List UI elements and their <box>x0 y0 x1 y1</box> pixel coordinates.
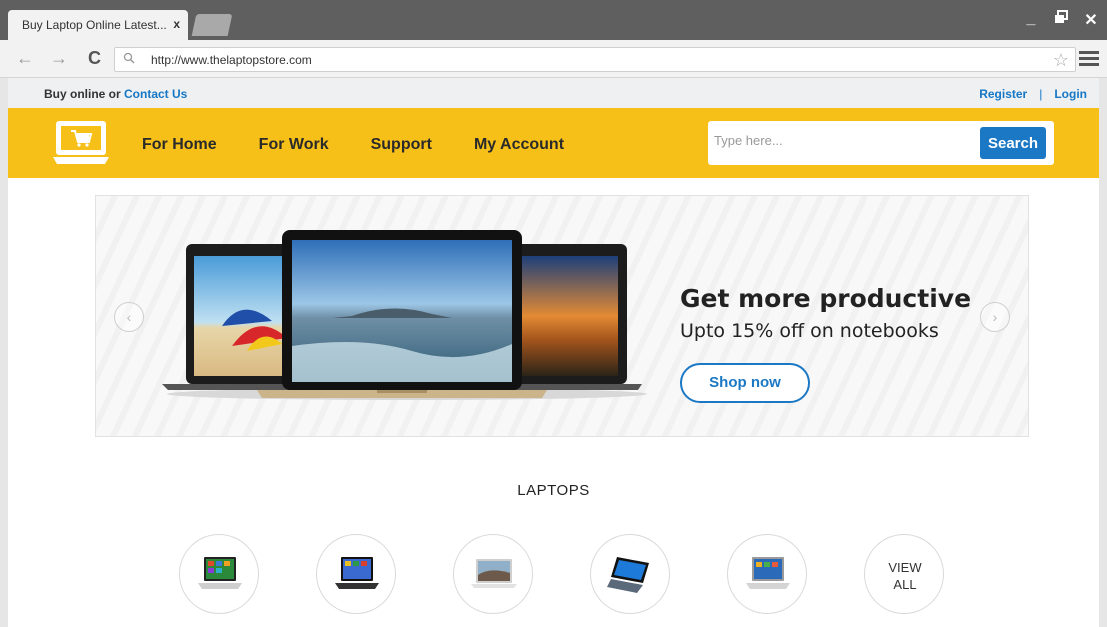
laptop-thumbnail <box>335 557 379 589</box>
view-all-line2: ALL <box>893 577 917 592</box>
utility-bar: Buy online or Contact Us Register | Logi… <box>8 78 1099 108</box>
star-icon[interactable]: ☆ <box>1053 50 1069 71</box>
search-icon <box>123 52 135 64</box>
forward-arrow-icon[interactable]: → <box>50 48 68 69</box>
view-all-line1: VIEW <box>888 560 922 575</box>
account-links: Register | Login <box>979 87 1087 101</box>
close-icon[interactable]: ✕ <box>1083 10 1099 30</box>
tab-close-button[interactable]: x <box>173 17 180 31</box>
cart-laptop-icon[interactable] <box>52 120 110 166</box>
nav-for-work[interactable]: For Work <box>259 136 329 154</box>
laptop-category-4[interactable] <box>590 534 670 614</box>
chevron-left-icon[interactable]: ‹ <box>114 302 144 332</box>
contact-us-link[interactable]: Contact Us <box>124 87 187 101</box>
view-all-button[interactable]: VIEW ALL <box>864 534 944 614</box>
main-nav: For Home For Work Support My Account <box>142 136 564 154</box>
reload-icon[interactable]: C <box>88 48 101 69</box>
laptop-thumbnail <box>471 559 517 588</box>
register-link[interactable]: Register <box>979 87 1027 101</box>
search-button[interactable]: Search <box>980 127 1046 159</box>
link-separator: | <box>1039 87 1043 101</box>
hero-banner: ‹ › Get more productive Upto 15% off on … <box>95 195 1029 437</box>
laptop-category-5[interactable] <box>727 534 807 614</box>
banner-headline: Get more productive <box>680 284 972 313</box>
login-link[interactable]: Login <box>1054 87 1087 101</box>
laptop-category-2[interactable] <box>316 534 396 614</box>
laptop-categories: VIEW ALL <box>179 534 944 616</box>
browser-tab[interactable]: Buy Laptop Online Latest... x <box>8 10 188 40</box>
url-text: http://www.thelaptopstore.com <box>151 53 312 67</box>
nav-my-account[interactable]: My Account <box>474 136 564 154</box>
restore-icon[interactable] <box>1053 10 1069 30</box>
search-input[interactable] <box>714 133 964 148</box>
laptop-category-1[interactable] <box>179 534 259 614</box>
tab-title: Buy Laptop Online Latest... <box>22 18 167 32</box>
banner-subline: Upto 15% off on notebooks <box>680 320 939 342</box>
view-all-label: VIEW ALL <box>865 559 945 593</box>
address-bar[interactable]: http://www.thelaptopstore.com ☆ <box>114 47 1076 72</box>
contact-text: Buy online or Contact Us <box>44 87 187 101</box>
laptops-section-title: LAPTOPS <box>517 482 590 499</box>
nav-for-home[interactable]: For Home <box>142 136 217 154</box>
web-page: Buy online or Contact Us Register | Logi… <box>0 78 1107 627</box>
back-arrow-icon[interactable]: ← <box>16 48 34 69</box>
shop-now-button[interactable]: Shop now <box>680 363 810 403</box>
search-box: Search <box>708 121 1054 165</box>
nav-support[interactable]: Support <box>371 136 432 154</box>
laptop-thumbnail <box>746 557 790 589</box>
laptops-image <box>162 230 647 400</box>
buy-online-text: Buy online or <box>44 87 125 101</box>
site-header: For Home For Work Support My Account Sea… <box>8 108 1099 178</box>
browser-toolbar: ← → C http://www.thelaptopstore.com ☆ <box>0 40 1107 78</box>
browser-tab-bar: Buy Laptop Online Latest... x _ ✕ <box>0 0 1107 40</box>
menu-icon[interactable] <box>1079 51 1099 67</box>
window-controls: _ ✕ <box>1023 10 1099 30</box>
laptop-category-3[interactable] <box>453 534 533 614</box>
minimize-icon[interactable]: _ <box>1023 10 1039 30</box>
new-tab-button[interactable] <box>191 14 233 36</box>
laptop-thumbnail <box>607 557 649 593</box>
chevron-right-icon[interactable]: › <box>980 302 1010 332</box>
laptop-thumbnail <box>198 557 242 589</box>
